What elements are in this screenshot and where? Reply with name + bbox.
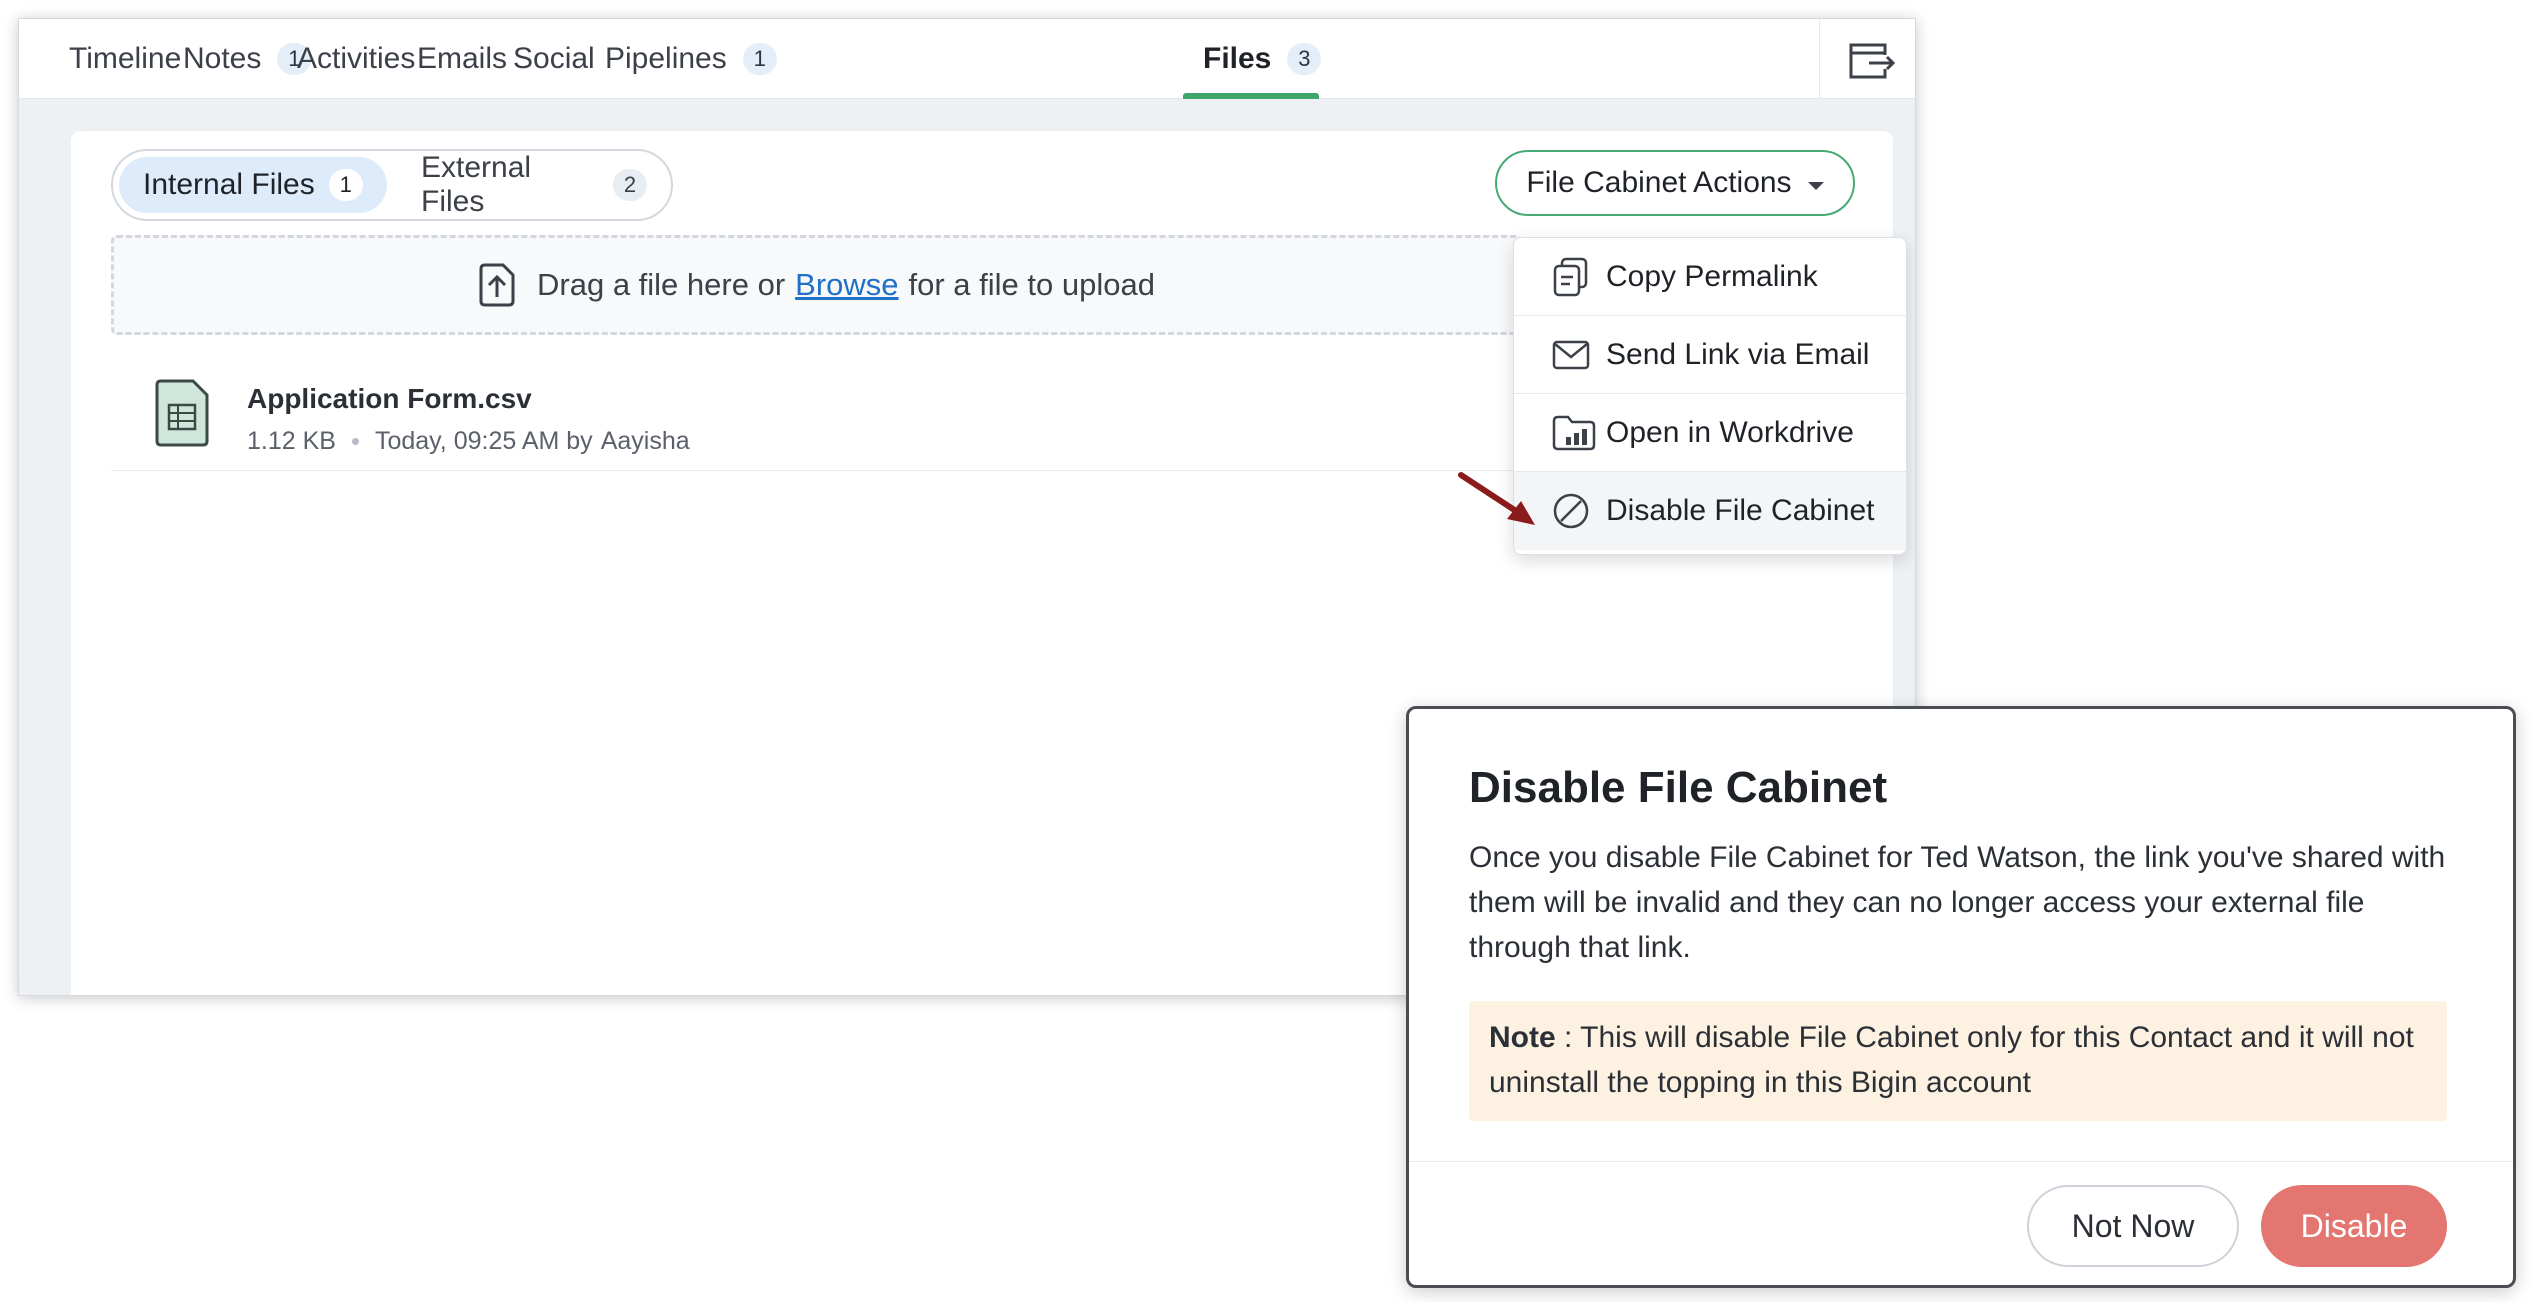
file-cabinet-actions-button[interactable]: File Cabinet Actions (1495, 150, 1855, 216)
tab-notes[interactable]: Notes 1 (183, 19, 312, 99)
internal-files-count: 1 (328, 169, 363, 201)
file-timestamp: Today, 09:25 AM by (374, 427, 593, 455)
upload-icon (479, 263, 515, 307)
file-owner: Aayisha (600, 427, 690, 455)
divider (1819, 19, 1820, 99)
record-tab-bar: Timeline Notes 1 Activities Emails Socia… (19, 19, 1915, 99)
tab-label: Social (513, 42, 595, 75)
tab-count-badge: 3 (1287, 43, 1322, 75)
workdrive-folder-icon (1552, 415, 1596, 450)
menu-item-label: Disable File Cabinet (1606, 494, 1875, 527)
menu-item-copy-permalink[interactable]: Copy Permalink (1514, 238, 1906, 316)
file-type-switcher: Internal Files 1 External Files 2 (111, 149, 673, 221)
tab-timeline[interactable]: Timeline (69, 19, 181, 99)
dropzone-text-suffix: for a file to upload (908, 267, 1155, 302)
external-files-count: 2 (613, 169, 647, 201)
file-name[interactable]: Application Form.csv (247, 383, 532, 415)
note-separator: : (1564, 1021, 1573, 1054)
note-text: This will disable File Cabinet only for … (1489, 1021, 2414, 1099)
tab-label: Emails (417, 42, 508, 75)
copy-permalink-icon (1553, 257, 1588, 296)
external-files-tab[interactable]: External Files 2 (397, 151, 671, 218)
browse-link[interactable]: Browse (795, 267, 898, 303)
menu-item-label: Open in Workdrive (1606, 415, 1854, 449)
menu-item-open-in-workdrive[interactable]: Open in Workdrive (1514, 394, 1906, 472)
menu-item-label: Copy Permalink (1606, 259, 1818, 293)
disable-button[interactable]: Disable (2261, 1185, 2447, 1267)
tab-label: Timeline (69, 42, 182, 75)
menu-item-disable-file-cabinet[interactable]: Disable File Cabinet (1514, 472, 1906, 550)
file-size: 1.12 KB (247, 427, 336, 455)
export-icon (1849, 43, 1896, 79)
annotation-arrow-icon (1458, 472, 1535, 525)
tab-activities[interactable]: Activities (297, 19, 415, 99)
upload-dropzone[interactable]: Drag a file here or Browse for a file to… (111, 235, 1521, 335)
tab-label: Pipelines (605, 42, 727, 75)
dropzone-text-prefix: Drag a file here or (537, 267, 786, 302)
file-list-item[interactable]: Application Form.csv 1.12 KB Today, 09:2… (111, 359, 1521, 471)
separator-dot (351, 438, 359, 445)
dialog-note: Note : This will disable File Cabinet on… (1469, 1001, 2447, 1121)
internal-files-label: Internal Files (143, 168, 315, 201)
menu-item-label: Send Link via Email (1606, 337, 1870, 371)
disable-icon (1553, 493, 1589, 529)
tab-label: Notes (183, 42, 262, 75)
external-files-label: External Files (421, 151, 532, 218)
caret-down-icon (1807, 182, 1824, 190)
internal-files-tab[interactable]: Internal Files 1 (119, 157, 387, 213)
envelope-icon (1552, 340, 1590, 369)
tab-count-badge: 1 (742, 43, 777, 75)
dialog-body: Once you disable File Cabinet for Ted Wa… (1469, 841, 2446, 964)
tab-pipelines[interactable]: Pipelines 1 (605, 19, 777, 99)
not-now-button[interactable]: Not Now (2027, 1185, 2239, 1267)
export-button[interactable] (1845, 39, 1897, 83)
tab-social[interactable]: Social (513, 19, 595, 99)
dialog-title: Disable File Cabinet (1469, 763, 1888, 812)
file-meta: 1.12 KB Today, 09:25 AM by Aayisha (247, 427, 690, 456)
menu-item-send-link-via-email[interactable]: Send Link via Email (1514, 316, 1906, 394)
dialog-footer-divider (1409, 1161, 2513, 1162)
note-label: Note (1489, 1021, 1556, 1054)
file-cabinet-actions-label: File Cabinet Actions (1526, 166, 1792, 199)
tab-label: Activities (297, 42, 416, 75)
tab-label: Files (1203, 42, 1272, 75)
tab-files[interactable]: Files 3 (1203, 19, 1322, 99)
file-cabinet-actions-menu: Copy Permalink Send Link via Email Open … (1513, 237, 1907, 555)
disable-file-cabinet-dialog: Disable File Cabinet Once you disable Fi… (1406, 706, 2516, 1288)
tab-emails[interactable]: Emails (417, 19, 507, 99)
csv-file-icon (155, 379, 209, 447)
